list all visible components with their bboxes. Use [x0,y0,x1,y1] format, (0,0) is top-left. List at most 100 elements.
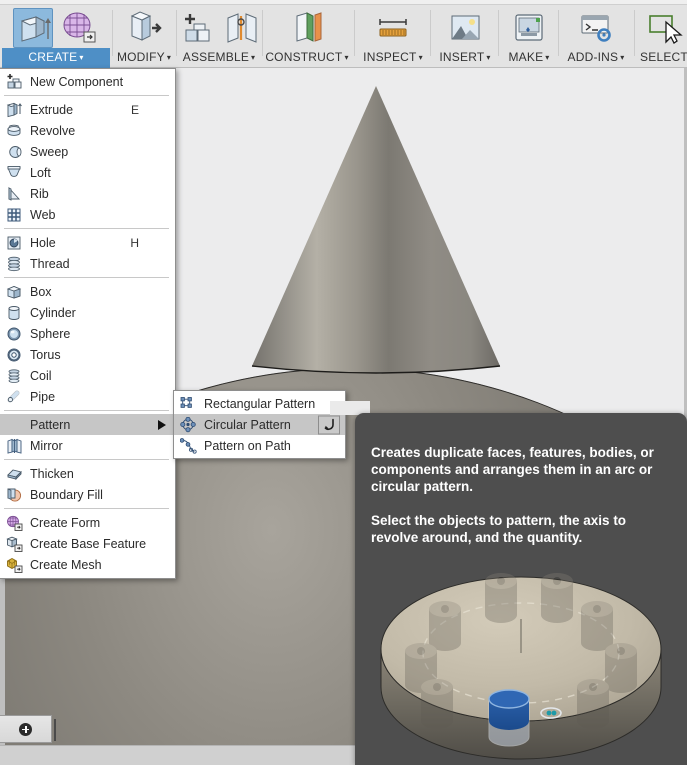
extrude-body-icon[interactable] [13,8,53,48]
menu-item-sphere[interactable]: Sphere [0,323,175,344]
menu-item-create-form[interactable]: Create Form [0,512,175,533]
toolbar-group-insert[interactable]: INSERT ▾ [432,5,498,68]
menu-item-cylinder[interactable]: Cylinder [0,302,175,323]
menu-separator [4,508,169,509]
menu-item-boundary-fill[interactable]: Boundary Fill [0,484,175,505]
menu-item-loft[interactable]: Loft [0,162,175,183]
menu-item-thicken[interactable]: Thicken [0,463,175,484]
toolbar-label-make[interactable]: MAKE ▾ [508,48,549,68]
toolbar-label-select-text: SELECT [640,50,687,64]
joint-icon[interactable] [222,8,262,48]
command-tooltip: Creates duplicate faces, features, bodie… [355,413,687,765]
menu-item-torus[interactable]: Torus [0,344,175,365]
chevron-down-icon: ▾ [166,53,172,62]
menu-separator [4,410,169,411]
toolbar-label-assemble[interactable]: ASSEMBLE ▾ [183,48,256,68]
menu-item-pattern[interactable]: Pattern [0,414,175,435]
submenu-item-circular-pattern[interactable]: Circular Pattern [174,414,345,435]
menu-item-sweep[interactable]: Sweep [0,141,175,162]
menu-item-new-component[interactable]: New Component [0,71,175,92]
submenu-item-rectangular-pattern[interactable]: Rectangular Pattern [174,393,345,414]
toolbar-group-inspect[interactable]: INSPECT ▾ [356,5,430,68]
cone-body[interactable] [248,84,504,374]
curved-arrow-icon[interactable] [318,415,340,434]
toolbar-group-modify[interactable]: MODIFY ▾ [114,5,174,68]
menu-item-coil[interactable]: Coil [0,365,175,386]
menu-item-label: Sphere [30,326,71,341]
cylinder-icon [8,305,20,320]
pipe-icon [7,390,20,402]
toolbar-label-select[interactable]: SELECT [640,48,687,66]
tooltip-paragraph-1: Creates duplicate faces, features, bodie… [371,445,654,494]
toolbar-label-insert-text: INSERT [439,50,485,64]
menu-item-label: Sweep [30,144,69,159]
menu-item-label: New Component [30,74,124,89]
create-form-icon [7,515,23,531]
menu-item-revolve[interactable]: Revolve [0,120,175,141]
toolbar-label-construct[interactable]: CONSTRUCT ▾ [265,48,348,68]
toolbar-group-make[interactable]: MAKE ▾ [500,5,558,68]
mirror-icon [7,438,22,454]
sweep-icon [9,145,22,158]
toolbar-label-modify[interactable]: MODIFY ▾ [117,48,171,68]
new-component-icon [7,73,22,88]
toolbar-group-construct[interactable]: CONSTRUCT ▾ [264,5,350,68]
scripts-addins-icon[interactable] [576,8,616,48]
web-icon [7,208,21,221]
create-form-icon[interactable] [59,8,99,48]
menu-item-label: Box [30,284,52,299]
menu-item-box[interactable]: Box [0,281,175,302]
toolbar-group-addins[interactable]: ADD-INS ▾ [560,5,632,68]
viewport-add-panel[interactable] [0,715,52,743]
toolbar-label-insert[interactable]: INSERT ▾ [439,48,490,68]
select-window-icon[interactable] [644,8,684,48]
submenu-item-label: Pattern on Path [204,438,291,453]
toolbar-label-addins[interactable]: ADD-INS ▾ [568,48,625,68]
toolbar-group-create[interactable]: CREATE ▾ [2,5,110,68]
boundary-fill-icon [7,487,22,502]
toolbar-group-select[interactable]: SELECT [636,5,687,68]
add-icon[interactable] [19,722,32,736]
menu-item-pipe[interactable]: Pipe [0,386,175,407]
chevron-down-icon: ▾ [79,53,84,62]
create-dropdown-menu[interactable]: New Component Extrude E Revolve Sweep Lo… [0,68,176,579]
insert-image-icon[interactable] [445,8,485,48]
toolbar-label-addins-text: ADD-INS [567,50,619,64]
ribbon-toolbar: CREATE ▾ MODIFY ▾ ASSEMBLE ▾ CONSTRUCT ▾… [0,0,687,68]
menu-item-web[interactable]: Web [0,204,175,225]
application-window: CREATE ▾ MODIFY ▾ ASSEMBLE ▾ CONSTRUCT ▾… [0,0,687,765]
menu-item-extrude[interactable]: Extrude E [0,99,175,120]
rectangular-pattern-icon [180,396,192,408]
menu-item-label: Boundary Fill [30,487,103,502]
menu-item-label: Thicken [30,466,74,481]
chevron-down-icon: ▾ [251,53,256,62]
menu-item-hole[interactable]: Hole H [0,232,175,253]
menu-item-thread[interactable]: Thread [0,253,175,274]
toolbar-group-assemble[interactable]: ASSEMBLE ▾ [178,5,260,68]
toolbar-label-construct-text: CONSTRUCT [265,50,343,64]
new-component-icon[interactable] [176,8,216,48]
menu-item-label: Hole [30,235,56,250]
offset-plane-icon[interactable] [287,8,327,48]
menu-item-mirror[interactable]: Mirror [0,435,175,456]
3d-print-icon[interactable] [509,8,549,48]
torus-icon [7,348,21,361]
menu-item-create-mesh[interactable]: Create Mesh [0,554,175,575]
sphere-icon [7,327,21,340]
menu-item-rib[interactable]: Rib [0,183,175,204]
thread-icon [8,256,20,271]
toolbar-label-create[interactable]: CREATE ▾ [2,48,110,68]
menu-item-label: Web [30,207,56,222]
menu-item-create-base-feature[interactable]: Create Base Feature [0,533,175,554]
toolbar-label-inspect[interactable]: INSPECT ▾ [363,48,423,68]
toolbar-label-make-text: MAKE [508,50,544,64]
submenu-item-pattern-on-path[interactable]: Pattern on Path [174,435,345,456]
pattern-submenu[interactable]: Rectangular Pattern Circular Pattern Pat… [173,390,346,459]
menu-item-shortcut: E [130,102,139,117]
press-pull-icon[interactable] [124,8,164,48]
loft-icon [7,165,21,177]
toolbar-separator [112,10,113,56]
measure-icon[interactable] [373,8,413,48]
thicken-icon [7,469,22,480]
chevron-down-icon: ▾ [344,53,349,62]
